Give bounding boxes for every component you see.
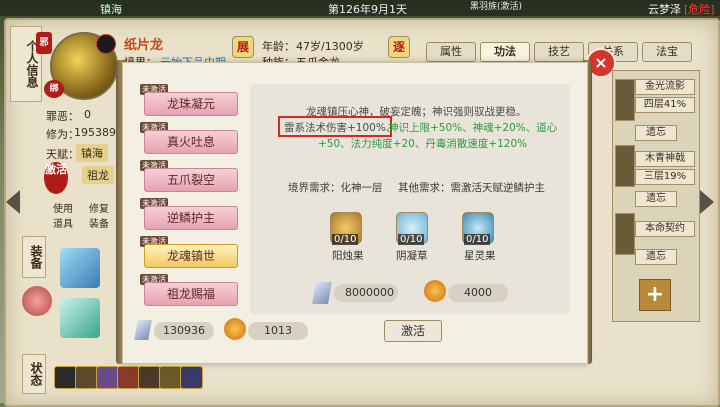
- slot-icon[interactable]: [615, 79, 635, 121]
- bind-seal: 绑: [44, 80, 64, 98]
- next-arrow-icon[interactable]: [700, 190, 714, 214]
- slot-icon[interactable]: [615, 145, 635, 187]
- material-count: 0/10: [398, 234, 425, 245]
- talent-label: 天赋：: [46, 148, 79, 161]
- danger-label: [危险]: [684, 3, 715, 16]
- tab-crafts[interactable]: 技艺: [534, 42, 584, 62]
- other-requirement: 其他需求：需激活天赋逆鳞护主: [398, 182, 545, 194]
- cultivation-value: 195389: [74, 126, 116, 139]
- status-icon[interactable]: [96, 366, 119, 389]
- talent-tag[interactable]: 镇海: [76, 144, 108, 162]
- slot-icon[interactable]: [615, 213, 635, 255]
- right-item: 四层41%: [635, 97, 695, 113]
- material-count: 0/10: [332, 234, 359, 245]
- status-icon[interactable]: [159, 366, 182, 389]
- top-fragment-left: 镇海: [100, 3, 122, 16]
- forget-button[interactable]: 遗忘: [635, 191, 677, 207]
- talent-tag[interactable]: 祖龙: [82, 166, 114, 184]
- material-count: 0/10: [464, 234, 491, 245]
- top-bar: 镇海 第126年9月1天 黑羽族(激活) 云梦泽 [危险]: [0, 0, 720, 16]
- highlight-text: 雷系法术伤害+100%、: [284, 122, 397, 134]
- right-item[interactable]: 本命契约: [635, 221, 695, 237]
- pursue-button[interactable]: 逐: [388, 36, 410, 58]
- repair-equipment-button[interactable]: 修复装备: [86, 200, 112, 230]
- forget-button[interactable]: 遗忘: [635, 125, 677, 141]
- status-icon[interactable]: [180, 366, 203, 389]
- status-icon[interactable]: [117, 366, 140, 389]
- right-item[interactable]: 金光流影: [635, 79, 695, 95]
- coin-balance: 1013: [248, 322, 308, 340]
- brush-icon: [96, 34, 116, 54]
- top-fragment-center: 黑羽族(激活): [470, 2, 523, 12]
- right-item: 三层19%: [635, 169, 695, 185]
- status-icons: [54, 366, 204, 389]
- use-item-button[interactable]: 使用道具: [50, 200, 76, 230]
- sin-label: 罪恶：: [46, 110, 79, 123]
- skill-item[interactable]: 五爪裂空: [144, 168, 238, 192]
- cost-coin: 4000: [448, 284, 508, 302]
- tab-attributes[interactable]: 属性: [426, 42, 476, 62]
- activated-seal: 激活: [44, 162, 68, 194]
- equip-weapon-icon[interactable]: [22, 286, 52, 316]
- location-name: 云梦泽: [648, 3, 681, 16]
- material-name: 星灵果: [464, 250, 496, 262]
- add-slot-button[interactable]: +: [639, 279, 671, 311]
- skill-effects-2: +50、法力纯度+20、丹毒消散速度+120%: [318, 138, 528, 150]
- forget-button[interactable]: 遗忘: [635, 249, 677, 265]
- equip-accessory-icon[interactable]: [60, 298, 100, 338]
- realm-requirement: 境界需求：化神一层: [288, 182, 383, 194]
- coin-icon: [224, 318, 246, 340]
- skill-effects-text: 神识上限+50%、神魂+20%、道心: [388, 122, 558, 134]
- cost-spirit-stone: 8000000: [334, 284, 398, 302]
- status-icon[interactable]: [75, 366, 98, 389]
- skill-item[interactable]: 龙珠凝元: [144, 92, 238, 116]
- character-name: 纸片龙: [124, 38, 164, 53]
- tab-status[interactable]: 状态: [22, 354, 46, 394]
- skill-item[interactable]: 祖龙赐福: [144, 282, 238, 306]
- material-name: 阴凝草: [396, 250, 428, 262]
- tab-bar: 属性 功法 技艺 关系 法宝: [426, 42, 714, 62]
- tab-equipment[interactable]: 装备: [22, 236, 46, 278]
- materials: 0/10 阳烛果 0/10 阴凝草 0/10 星灵果: [330, 212, 540, 268]
- seal-top: 邪: [36, 32, 52, 54]
- status-icon[interactable]: [54, 366, 77, 389]
- game-date: 第126年9月1天: [328, 3, 407, 16]
- tab-techniques[interactable]: 功法: [480, 42, 530, 62]
- skill-effects: 神识上限+50%、神魂+20%、道心: [388, 120, 557, 135]
- age-label: 年龄：: [262, 40, 295, 53]
- coin-icon: [424, 280, 446, 302]
- expand-button[interactable]: 展: [232, 36, 254, 58]
- sin-value: 0: [84, 108, 91, 121]
- equip-armor-icon[interactable]: [60, 248, 100, 288]
- right-item[interactable]: 木青神戟: [635, 151, 695, 167]
- status-icon[interactable]: [138, 366, 161, 389]
- age-value: 47岁/1300岁: [296, 40, 364, 53]
- skill-item[interactable]: 真火吐息: [144, 130, 238, 154]
- material-name: 阳烛果: [332, 250, 364, 262]
- skill-item[interactable]: 逆鳞护主: [144, 206, 238, 230]
- skill-list: 未激活 龙珠凝元 未激活 真火吐息 未激活 五爪裂空 未激活 逆鳞护主 未激活 …: [138, 84, 248, 314]
- spirit-stone-balance: 130936: [154, 322, 214, 340]
- prev-arrow-icon[interactable]: [6, 190, 20, 214]
- right-panel: 金光流影 四层41% 遗忘 木青神戟 三层19% 遗忘 本命契约 遗忘 +: [612, 70, 700, 322]
- tab-treasure[interactable]: 法宝: [642, 42, 692, 62]
- skill-item-selected[interactable]: 龙魂镇世: [144, 244, 238, 268]
- activate-button[interactable]: 激活: [384, 320, 442, 342]
